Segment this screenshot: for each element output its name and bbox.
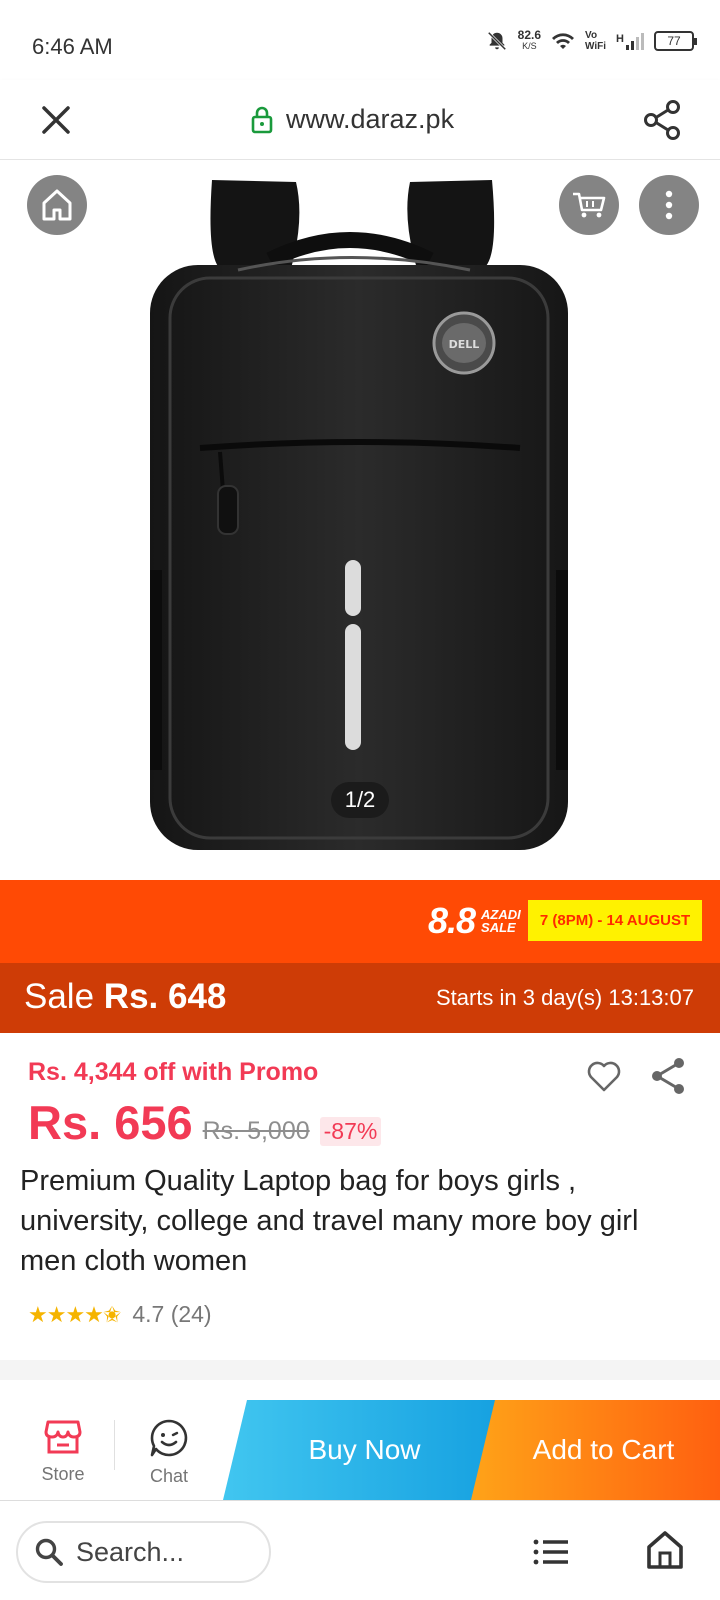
more-options-button[interactable]: [639, 175, 699, 235]
image-counter: 1/2: [331, 782, 389, 818]
url-display[interactable]: www.daraz.pk: [250, 104, 454, 135]
chat-icon: [150, 1419, 188, 1457]
network-speed-value: 82.6: [517, 28, 542, 42]
store-icon: [44, 1420, 82, 1454]
price-row: Rs. 656 Rs. 5,000 -87%: [28, 1095, 382, 1150]
list-menu-icon[interactable]: [532, 1533, 570, 1571]
notifications-muted-icon: [487, 31, 506, 51]
cart-button[interactable]: [559, 175, 619, 235]
campaign-tag-line2: SALE: [481, 920, 516, 935]
search-icon: [35, 1538, 63, 1566]
original-price: Rs. 5,000: [202, 1117, 310, 1145]
product-rating[interactable]: ★★★★✬ 4.7 (24): [28, 1301, 212, 1328]
product-info: Rs. 4,344 off with Promo Rs. 656 Rs. 5,0…: [0, 1033, 720, 1360]
wifi-icon: [552, 33, 575, 49]
product-image: DELL: [150, 180, 568, 850]
discount-badge: -87%: [319, 1117, 382, 1146]
browser-url-bar: www.daraz.pk: [0, 80, 720, 160]
battery-level: 77: [667, 34, 681, 48]
more-vertical-icon: [665, 190, 673, 220]
url-text: www.daraz.pk: [286, 104, 455, 134]
search-placeholder: Search...: [76, 1536, 185, 1567]
store-button[interactable]: Store: [28, 1418, 98, 1485]
bottom-bar: Search...: [0, 1500, 720, 1600]
chat-button[interactable]: Chat: [134, 1418, 204, 1487]
promo-text[interactable]: Rs. 4,344 off with Promo: [28, 1058, 318, 1087]
home-button[interactable]: [27, 175, 87, 235]
flash-sale-bar: Sale Rs. 648 Starts in 3 day(s) 13:13:07: [0, 963, 720, 1033]
cart-icon: [573, 192, 606, 218]
rating-stars-icon: ★★★★✬: [28, 1301, 121, 1327]
action-bar: Store Chat Buy Now Add to Cart: [0, 1400, 720, 1500]
add-to-cart-button[interactable]: Add to Cart: [471, 1400, 720, 1500]
wishlist-heart-icon[interactable]: [585, 1057, 623, 1095]
signal-type: H: [616, 32, 624, 45]
sale-label: Sale: [24, 977, 95, 1016]
campaign-tag: AZADI SALE: [481, 908, 521, 934]
signal-icon: H: [616, 32, 644, 50]
rating-text: 4.7 (24): [132, 1301, 212, 1327]
volte-top: Vo: [585, 30, 598, 41]
campaign-logo: 8.8 AZADI SALE: [428, 900, 521, 942]
product-title: Premium Quality Laptop bag for boys girl…: [20, 1165, 639, 1277]
store-label: Store: [41, 1464, 85, 1484]
close-icon[interactable]: [36, 100, 76, 140]
sale-countdown: Starts in 3 day(s) 13:13:07: [435, 985, 694, 1010]
campaign-big-text: 8.8: [428, 900, 476, 941]
lock-icon: [251, 106, 273, 133]
status-bar: 6:46 AM 82.6 K/S Vo WiFi H 77: [0, 0, 720, 80]
sale-price: Rs. 648: [103, 977, 227, 1016]
sale-price-label: Sale Rs. 648: [24, 977, 226, 1017]
search-input[interactable]: Search...: [16, 1521, 271, 1583]
volte-wifi: Vo WiFi: [585, 30, 606, 52]
buy-now-button[interactable]: Buy Now: [223, 1400, 506, 1500]
network-speed: 82.6 K/S: [517, 28, 542, 52]
home-icon: [42, 189, 72, 221]
current-price: Rs. 656: [28, 1096, 193, 1149]
product-logo: DELL: [449, 338, 480, 351]
status-icons: 82.6 K/S Vo WiFi H 77: [486, 28, 697, 52]
battery-icon: 77: [654, 31, 697, 51]
chat-label: Chat: [149, 1466, 189, 1486]
section-divider: [0, 1360, 720, 1380]
product-image-gallery[interactable]: DELL 1/2: [0, 160, 720, 880]
share-icon[interactable]: [640, 98, 684, 142]
status-time: 6:46 AM: [32, 34, 113, 59]
campaign-dates: 7 (8PM) - 14 AUGUST: [528, 900, 702, 941]
campaign-banner[interactable]: 8.8 AZADI SALE 7 (8PM) - 14 AUGUST: [0, 880, 720, 963]
network-speed-unit: K/S: [522, 41, 537, 51]
volte-bottom: WiFi: [585, 41, 607, 52]
action-divider: [114, 1420, 115, 1470]
product-share-icon[interactable]: [648, 1055, 688, 1097]
home-nav-icon[interactable]: [645, 1529, 685, 1571]
